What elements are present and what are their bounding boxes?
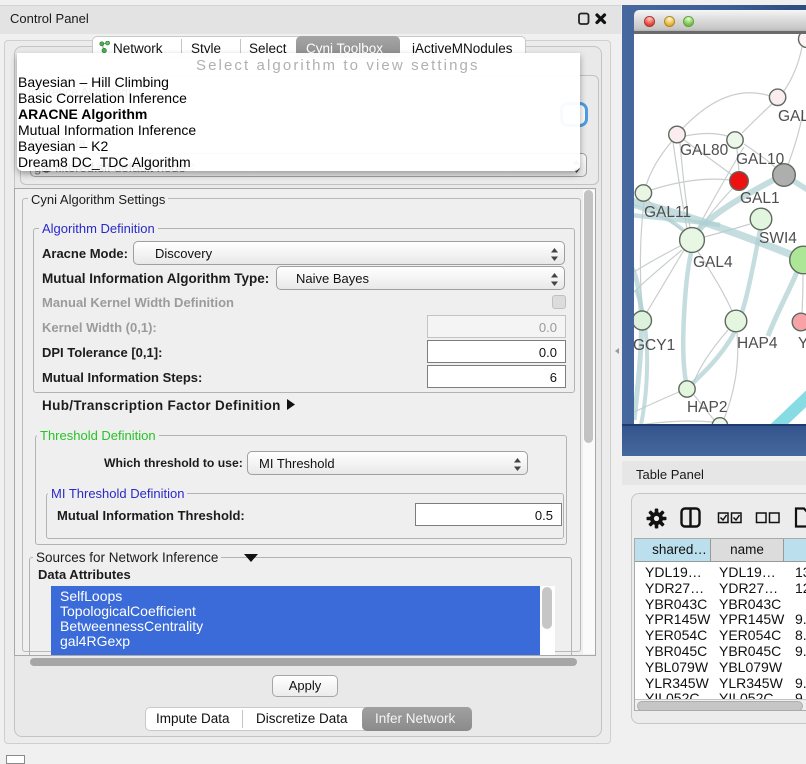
svg-text:GCY1: GCY1: [634, 337, 675, 354]
svg-text:GAL7: GAL7: [778, 108, 806, 125]
svg-text:SWI4: SWI4: [759, 230, 797, 247]
svg-text:HAP4: HAP4: [737, 335, 778, 352]
svg-text:GAL10: GAL10: [736, 151, 785, 168]
svg-text:GAL1: GAL1: [740, 190, 780, 207]
svg-text:GAL11: GAL11: [644, 204, 691, 221]
svg-text:GAL80: GAL80: [680, 142, 729, 159]
svg-text:Y: Y: [798, 335, 806, 352]
svg-text:HAP2: HAP2: [687, 399, 728, 416]
svg-text:GAL4: GAL4: [693, 254, 733, 271]
